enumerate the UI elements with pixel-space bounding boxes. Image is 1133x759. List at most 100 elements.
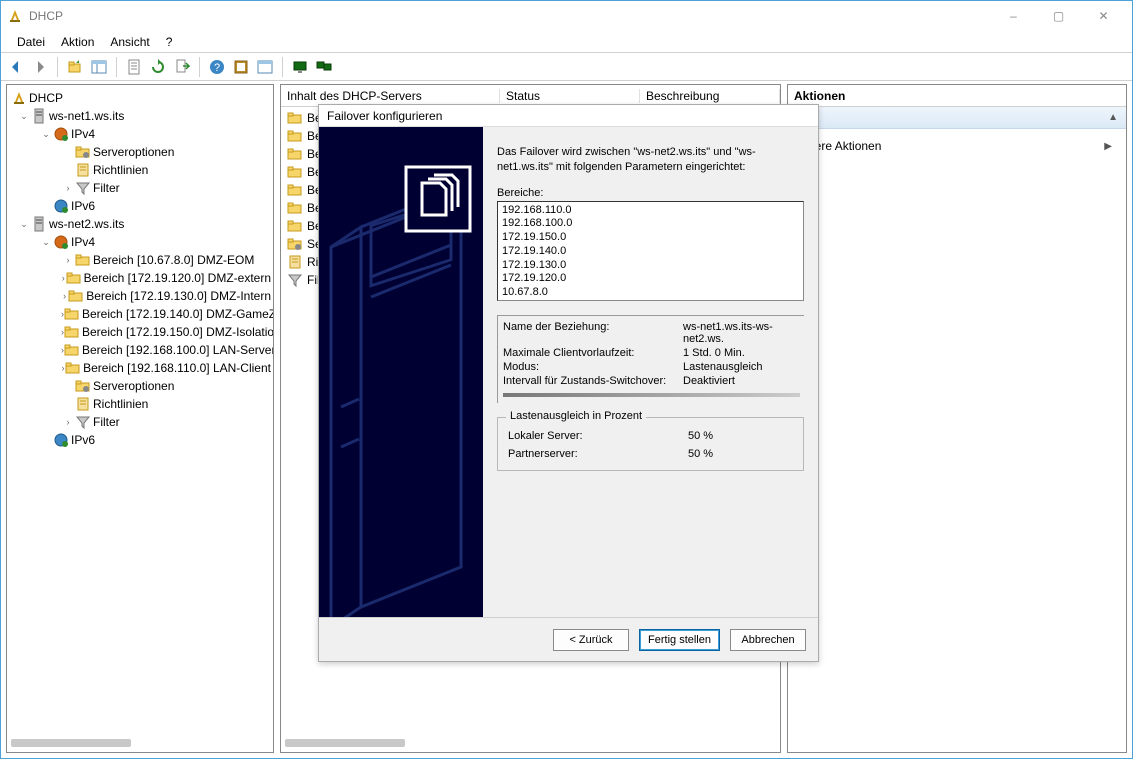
up-button[interactable]: [64, 56, 86, 78]
nav-back-button[interactable]: [5, 56, 27, 78]
switchover-value: Deaktiviert: [683, 375, 800, 387]
tree-item[interactable]: › Filter: [9, 413, 271, 431]
col-status[interactable]: Status: [500, 89, 640, 103]
tree-item[interactable]: ›Bereich [192.168.110.0] LAN-Client: [9, 359, 271, 377]
scope-icon: [75, 252, 91, 268]
tree-item-label: Bereich [172.19.150.0] DMZ-Isolatio: [82, 325, 273, 339]
folder-cog-icon: [75, 144, 91, 160]
folder-cog-icon: [287, 236, 303, 252]
tool-btn-3[interactable]: [254, 56, 276, 78]
tree-item[interactable]: Richtlinien: [9, 395, 271, 413]
failover-wizard-dialog: Failover konfigurieren: [318, 104, 819, 662]
actions-sub-header[interactable]: ▲: [788, 107, 1126, 129]
tree-item-label: Filter: [93, 415, 120, 429]
scopes-list[interactable]: 192.168.110.0192.168.100.0172.19.150.017…: [497, 201, 804, 301]
back-button[interactable]: < Zurück: [553, 629, 629, 651]
scope-icon: [64, 324, 80, 340]
tree-expander-icon[interactable]: ⌄: [17, 219, 31, 230]
maximize-button[interactable]: ▢: [1036, 2, 1081, 30]
tree-expander-icon[interactable]: ›: [61, 255, 75, 265]
collapse-up-icon[interactable]: ▲: [1108, 112, 1118, 123]
load-balance-legend: Lastenausgleich in Prozent: [506, 410, 646, 422]
tree-item[interactable]: ›Filter: [9, 179, 271, 197]
scopes-label: Bereiche:: [497, 187, 804, 199]
tree-item[interactable]: Serveroptionen: [9, 377, 271, 395]
tree-expander-icon[interactable]: ›: [61, 417, 75, 427]
tree-item[interactable]: ›Bereich [192.168.100.0] LAN-Server: [9, 341, 271, 359]
tree-item[interactable]: Serveroptionen: [9, 143, 271, 161]
col-content[interactable]: Inhalt des DHCP-Servers: [281, 89, 500, 103]
policy-icon: [287, 254, 303, 270]
help-button[interactable]: ?: [206, 56, 228, 78]
policy-icon: [75, 396, 91, 412]
relationship-value: ws-net1.ws.its-ws-net2.ws.: [683, 321, 800, 345]
tree-item[interactable]: IPv6: [9, 431, 271, 449]
tree-item[interactable]: ⌄ IPv4: [9, 125, 271, 143]
tool-bar: ?: [1, 53, 1132, 81]
tree-item[interactable]: ›Bereich [172.19.130.0] DMZ-Intern: [9, 287, 271, 305]
tree-item-label: Bereich [172.19.120.0] DMZ-extern: [84, 271, 271, 285]
tree-expander-icon[interactable]: ⌄: [17, 111, 31, 122]
panes-button[interactable]: [88, 56, 110, 78]
finish-button[interactable]: Fertig stellen: [639, 629, 720, 651]
tree-hscrollbar[interactable]: [11, 736, 269, 750]
cancel-button[interactable]: Abbrechen: [730, 629, 806, 651]
tree-item[interactable]: ⌄ws-net2.ws.its: [9, 215, 271, 233]
partner-server-value: 50 %: [688, 448, 793, 460]
tool-btn-2[interactable]: [230, 56, 252, 78]
col-desc[interactable]: Beschreibung: [640, 89, 780, 103]
tree-item-label: Serveroptionen: [93, 145, 174, 159]
tree-expander-icon[interactable]: ⌄: [39, 237, 53, 248]
tree-view[interactable]: DHCP ⌄ws-net1.ws.its⌄IPv4ServeroptionenR…: [7, 85, 273, 453]
tree-item[interactable]: ›Bereich [172.19.150.0] DMZ-Isolatio: [9, 323, 271, 341]
menu-view[interactable]: Ansicht: [102, 33, 157, 51]
monitor-pair-button[interactable]: [313, 56, 335, 78]
wizard-content: Das Failover wird zwischen "ws-net2.ws.i…: [483, 127, 818, 617]
close-button[interactable]: ✕: [1081, 2, 1126, 30]
scope-icon: [287, 164, 303, 180]
tree-item[interactable]: › Bereich [10.67.8.0] DMZ-EOM: [9, 251, 271, 269]
refresh-button[interactable]: [147, 56, 169, 78]
tree-item-label: IPv4: [71, 127, 95, 141]
tree-item[interactable]: ⌄ IPv4: [9, 233, 271, 251]
tree-expander-icon[interactable]: ›: [61, 183, 75, 193]
filter-icon: [75, 414, 91, 430]
wizard-footer: < Zurück Fertig stellen Abbrechen: [319, 617, 818, 661]
menu-help[interactable]: ?: [158, 33, 181, 51]
tree-item-label: IPv4: [71, 235, 95, 249]
properties-button[interactable]: [123, 56, 145, 78]
tree-root[interactable]: DHCP: [9, 89, 271, 107]
tree-item[interactable]: Richtlinien: [9, 161, 271, 179]
export-button[interactable]: [171, 56, 193, 78]
scope-entry: 192.168.110.0: [502, 204, 799, 218]
menu-file[interactable]: Datei: [9, 33, 53, 51]
monitor-green-button[interactable]: [289, 56, 311, 78]
ipv6-icon: [53, 198, 69, 214]
tree-item-label: ws-net1.ws.its: [49, 109, 124, 123]
details-box: Name der Beziehung: ws-net1.ws.its-ws-ne…: [497, 315, 804, 403]
local-server-value: 50 %: [688, 430, 793, 442]
tree-item[interactable]: ›Bereich [172.19.120.0] DMZ-extern: [9, 269, 271, 287]
tree-item-label: Bereich [10.67.8.0] DMZ-EOM: [93, 253, 254, 267]
minimize-button[interactable]: –: [991, 2, 1036, 30]
scope-entry: 192.168.100.0: [502, 217, 799, 231]
wizard-title-bar: Failover konfigurieren: [319, 105, 818, 127]
tree-expander-icon[interactable]: ›: [61, 291, 68, 301]
nav-forward-button[interactable]: [29, 56, 51, 78]
dhcp-app-icon: [7, 8, 23, 24]
tree-item-label: Bereich [192.168.110.0] LAN-Client: [83, 361, 271, 375]
tree-item[interactable]: IPv6: [9, 197, 271, 215]
server-icon: [31, 108, 47, 124]
chevron-right-icon: ▶: [1104, 141, 1112, 152]
content-hscrollbar[interactable]: [285, 736, 776, 750]
wizard-title: Failover konfigurieren: [327, 109, 442, 123]
actions-more[interactable]: eitere Aktionen ▶: [796, 133, 1118, 159]
tree-expander-icon[interactable]: ⌄: [39, 129, 53, 140]
tree-item[interactable]: ⌄ ws-net1.ws.its: [9, 107, 271, 125]
tree-item[interactable]: ›Bereich [172.19.140.0] DMZ-GameZ: [9, 305, 271, 323]
wizard-side-art: [319, 127, 483, 617]
menu-action[interactable]: Aktion: [53, 33, 102, 51]
leadtime-value: 1 Std. 0 Min.: [683, 347, 800, 359]
tree-item-label: Bereich [172.19.140.0] DMZ-GameZ: [82, 307, 273, 321]
ipv4-icon: [53, 126, 69, 142]
